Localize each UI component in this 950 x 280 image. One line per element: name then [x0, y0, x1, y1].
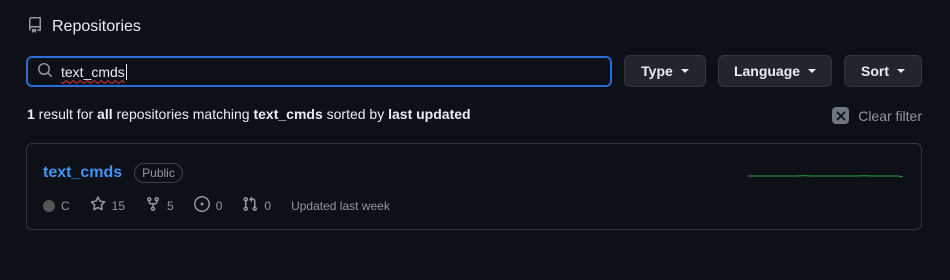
chevron-down-icon	[897, 69, 905, 73]
page-title: Repositories	[52, 17, 141, 35]
stars-link[interactable]: 15	[90, 196, 125, 215]
star-icon	[90, 196, 106, 215]
repo-meta: C 15 5 0 0 Updated last week	[43, 196, 410, 215]
summary-query: text_cmds	[253, 106, 323, 122]
type-filter-button[interactable]: Type	[624, 55, 706, 87]
pull-request-icon	[242, 196, 258, 215]
summary-scope: all	[97, 106, 113, 122]
stars-count: 15	[111, 198, 126, 213]
result-summary: 1 result for all repositories matching t…	[27, 106, 471, 122]
page-header: Repositories	[27, 17, 141, 36]
clear-filter-button[interactable]: Clear filter	[832, 107, 922, 124]
search-value: text_cmds	[61, 63, 125, 80]
forks-link[interactable]: 5	[145, 196, 174, 215]
close-icon	[832, 107, 850, 124]
summary-text: result for	[34, 106, 98, 122]
sort-button[interactable]: Sort	[844, 55, 922, 87]
summary-sort: last updated	[388, 106, 471, 122]
activity-sparkline	[748, 174, 903, 178]
summary-text: sorted by	[322, 106, 389, 122]
language-label: C	[61, 198, 70, 213]
type-filter-label: Type	[641, 63, 673, 79]
repo-icon	[27, 17, 43, 36]
pull-requests-count: 0	[264, 198, 272, 213]
visibility-badge: Public	[134, 163, 183, 183]
search-input[interactable]: text_cmds	[26, 56, 612, 87]
result-count: 1	[27, 106, 35, 122]
forks-count: 5	[167, 198, 174, 213]
language-filter-button[interactable]: Language	[718, 55, 832, 87]
updated-label: Updated last week	[291, 198, 390, 213]
search-icon	[37, 62, 53, 81]
text-cursor	[125, 63, 127, 80]
clear-filter-label: Clear filter	[858, 107, 922, 124]
language-color-dot	[43, 199, 55, 212]
pull-requests-link[interactable]: 0	[242, 196, 271, 215]
issues-count: 0	[215, 198, 223, 213]
repo-name-link[interactable]: text_cmds	[43, 164, 122, 182]
language-filter-label: Language	[733, 63, 801, 79]
chevron-down-icon	[808, 69, 817, 73]
issues-link[interactable]: 0	[193, 196, 223, 215]
sort-label: Sort	[861, 63, 889, 79]
fork-icon	[145, 196, 161, 215]
issue-icon	[193, 196, 210, 215]
updated-time: Updated last week	[291, 199, 390, 213]
repo-list-item: text_cmds Public C 15 5 0 0 Updated last…	[26, 143, 922, 230]
chevron-down-icon	[680, 69, 689, 73]
repo-language: C	[43, 199, 70, 213]
summary-text: repositories matching	[112, 106, 254, 122]
